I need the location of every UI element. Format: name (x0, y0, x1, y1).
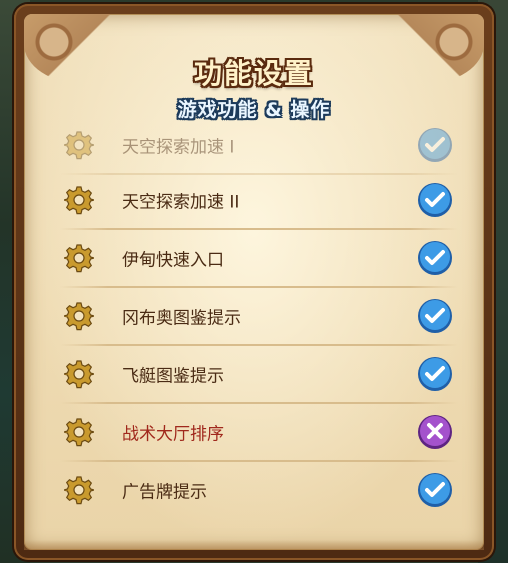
setting-row[interactable]: 天空探索加速 I (50, 128, 468, 175)
setting-label: 战术大厅排序 (122, 424, 224, 445)
gear-icon (64, 302, 94, 331)
row-divider (60, 344, 458, 346)
panel-subtitle: 游戏功能 & 操作 (177, 99, 331, 121)
setting-label: 飞艇图鉴提示 (122, 366, 224, 387)
setting-label: 冈布奥图鉴提示 (122, 308, 241, 329)
panel-title: 功能设置 (193, 57, 314, 90)
setting-row[interactable]: 天空探索加速 II (50, 175, 468, 230)
setting-row[interactable]: 广告牌提示 (50, 465, 468, 515)
check-toggle-icon[interactable] (416, 297, 454, 335)
setting-label: 广告牌提示 (122, 482, 207, 503)
setting-row[interactable]: 冈布奥图鉴提示 (50, 291, 468, 346)
settings-list[interactable]: 天空探索加速 I 天空探索加速 II 伊甸快速入口 冈布奥图鉴提示 飞艇图鉴提示… (50, 128, 468, 528)
setting-row[interactable]: 飞艇图鉴提示 (50, 349, 468, 404)
panel-bottom-trim (24, 540, 484, 550)
check-toggle-icon[interactable] (416, 471, 454, 509)
setting-label: 天空探索加速 I (122, 137, 235, 158)
gear-icon (64, 418, 94, 447)
setting-row[interactable]: 伊甸快速入口 (50, 233, 468, 288)
row-divider (60, 286, 458, 288)
check-toggle-icon[interactable] (416, 128, 454, 164)
setting-label: 伊甸快速入口 (122, 250, 224, 271)
check-toggle-icon[interactable] (416, 239, 454, 277)
setting-label: 天空探索加速 II (122, 192, 240, 213)
row-divider (60, 228, 458, 230)
x-toggle-icon[interactable] (416, 413, 454, 451)
row-divider (60, 402, 458, 404)
setting-row[interactable]: 战术大厅排序 (50, 407, 468, 462)
gear-icon (64, 186, 94, 215)
check-toggle-icon[interactable] (416, 181, 454, 219)
gear-icon (64, 131, 94, 160)
gear-icon (64, 476, 94, 505)
check-toggle-icon[interactable] (416, 355, 454, 393)
row-divider (60, 460, 458, 462)
gear-icon (64, 360, 94, 389)
gear-icon (64, 244, 94, 273)
